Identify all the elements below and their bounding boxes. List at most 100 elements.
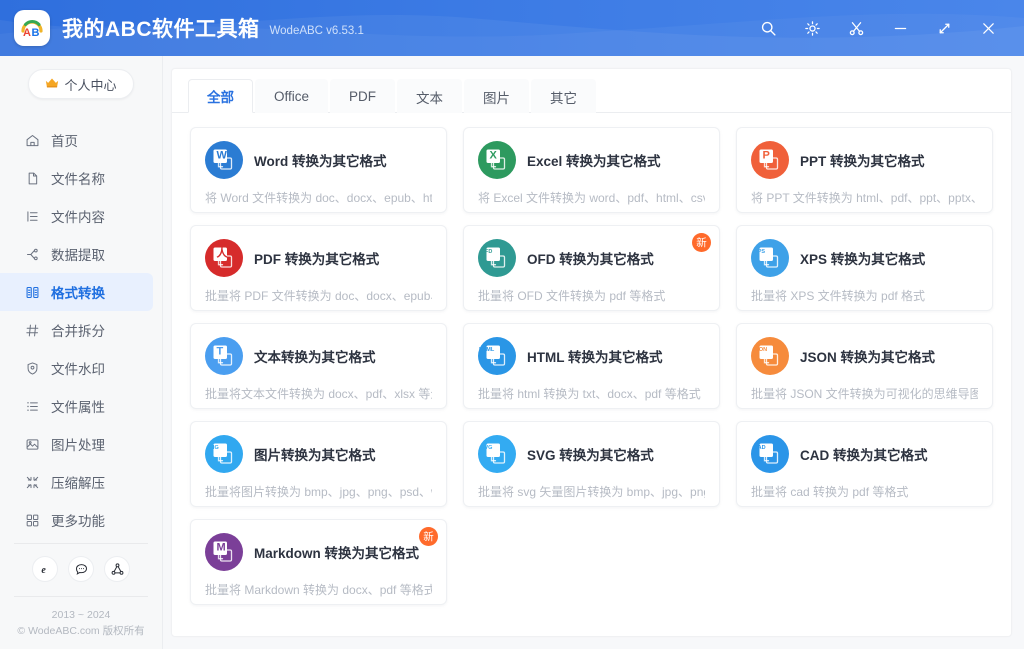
tool-card[interactable]: XPS XPS 转换为其它格式 批量将 XPS 文件转换为 pdf 格式 [736, 225, 993, 311]
sidebar-item-format-convert[interactable]: 格式转换 [0, 273, 153, 311]
maximize-button[interactable] [922, 8, 966, 48]
svg-text:X: X [490, 150, 498, 162]
tool-card-desc: 批量将 XPS 文件转换为 pdf 格式 [751, 289, 926, 303]
tool-icon: CAD [751, 435, 789, 473]
sidebar-item-watermark[interactable]: 文件水印 [0, 349, 153, 387]
sidebar-item-file-content[interactable]: 文件内容 [0, 197, 153, 235]
sidebar-divider-copyright [14, 596, 148, 597]
tool-icon-glyph: M [205, 533, 243, 571]
tool-card-desc: 批量将图片转换为 bmp、jpg、png、psd、webp、 [205, 485, 432, 499]
feedback-button[interactable] [68, 556, 94, 582]
file-props-icon [24, 398, 40, 414]
svg-text:人: 人 [217, 246, 229, 260]
tool-card[interactable]: SVG SVG 转换为其它格式 批量将 svg 矢量图片转换为 bmp、jpg、… [463, 421, 720, 507]
browser-link-button[interactable]: e [32, 556, 58, 582]
tool-card[interactable]: T 文本转换为其它格式 批量将文本文件转换为 docx、pdf、xlsx 等众多… [190, 323, 447, 409]
sidebar-nav: 首页 文件名称 文件内容 数据提取 格式转换 合并拆分 文件水印 文件属性 图片… [0, 111, 162, 539]
tool-icon: IMG [205, 435, 243, 473]
svg-text:W: W [217, 150, 228, 162]
sidebar-item-merge-split[interactable]: 合并拆分 [0, 311, 153, 349]
sidebar-item-label: 文件内容 [51, 210, 105, 225]
sidebar-item-file-name[interactable]: 文件名称 [0, 159, 153, 197]
svg-text:HTML: HTML [479, 347, 495, 353]
sidebar-item-label: 图片处理 [51, 438, 105, 453]
tool-card[interactable]: W Word 转换为其它格式 将 Word 文件转换为 doc、docx、epu… [190, 127, 447, 213]
file-name-icon [24, 170, 40, 186]
crown-icon [45, 77, 59, 91]
sidebar-item-more-features[interactable]: 更多功能 [0, 501, 153, 539]
tool-card-title: HTML 转换为其它格式 [527, 350, 663, 365]
tab-all[interactable]: 全部 [188, 79, 253, 113]
tool-icon-glyph: IMG [205, 435, 243, 473]
svg-text:IMG: IMG [208, 445, 218, 451]
sidebar-item-label: 格式转换 [51, 286, 105, 301]
svg-text:SVG: SVG [481, 445, 493, 451]
tab-label: 其它 [550, 90, 578, 106]
tab-other[interactable]: 其它 [531, 79, 597, 113]
sidebar-item-image-process[interactable]: 图片处理 [0, 425, 153, 463]
sidebar-item-file-props[interactable]: 文件属性 [0, 387, 153, 425]
tool-card-title: XPS 转换为其它格式 [800, 252, 926, 267]
tool-card[interactable]: 人 PDF 转换为其它格式 批量将 PDF 文件转换为 doc、docx、epu… [190, 225, 447, 311]
tab-label: 文本 [416, 90, 444, 106]
tool-card-header: OFD OFD 转换为其它格式 [478, 239, 705, 277]
tool-card-desc: 批量将 Markdown 转换为 docx、pdf 等格式 [205, 583, 432, 597]
tool-card-header: M Markdown 转换为其它格式 [205, 533, 432, 571]
tool-card-header: T 文本转换为其它格式 [205, 337, 432, 375]
browser-icon: e [41, 565, 46, 576]
content-panel: 全部 Office PDF 文本 图片 其它 W Word 转换为其它格式 将 … [171, 68, 1012, 637]
tool-card-title: PPT 转换为其它格式 [800, 154, 925, 169]
tool-card[interactable]: HTML HTML 转换为其它格式 批量将 html 转换为 txt、docx、… [463, 323, 720, 409]
tool-icon-glyph: CAD [751, 435, 789, 473]
tool-icon-glyph: HTML [478, 337, 516, 375]
new-badge: 新 [419, 527, 438, 546]
tool-card[interactable]: IMG 图片转换为其它格式 批量将图片转换为 bmp、jpg、png、psd、w… [190, 421, 447, 507]
svg-text:T: T [217, 346, 224, 358]
minimize-button[interactable] [878, 8, 922, 48]
tool-card-header: HTML HTML 转换为其它格式 [478, 337, 705, 375]
tool-card[interactable]: JSON JSON 转换为其它格式 批量将 JSON 文件转换为可视化的思维导图… [736, 323, 993, 409]
copyright-owner: © WodeABC.com 版权所有 [17, 625, 145, 637]
tab-office[interactable]: Office [255, 79, 329, 113]
svg-text:B: B [32, 27, 40, 39]
tab-label: 全部 [207, 90, 234, 105]
close-button[interactable] [966, 8, 1010, 48]
screenshot-button[interactable] [834, 8, 878, 48]
tool-card[interactable]: CAD CAD 转换为其它格式 批量将 cad 转换为 pdf 等格式 [736, 421, 993, 507]
tool-card[interactable]: 新 OFD OFD 转换为其它格式 批量将 OFD 文件转换为 pdf 等格式 [463, 225, 720, 311]
personal-center-button[interactable]: 个人中心 [28, 69, 134, 99]
sidebar-item-label: 压缩解压 [51, 476, 105, 491]
tool-card-title: OFD 转换为其它格式 [527, 252, 654, 267]
tool-card-desc: 批量将文本文件转换为 docx、pdf、xlsx 等众多格式 [205, 387, 432, 401]
share-button[interactable] [104, 556, 130, 582]
chat-icon [75, 563, 87, 575]
tool-card-title: Markdown 转换为其它格式 [254, 546, 420, 561]
tool-card-desc: 将 PPT 文件转换为 html、pdf、ppt、pptx、xps 等; [751, 191, 978, 205]
tool-card-title: 文本转换为其它格式 [254, 350, 376, 365]
tab-label: PDF [349, 89, 377, 104]
sidebar-item-label: 更多功能 [51, 514, 105, 529]
tab-image[interactable]: 图片 [464, 79, 530, 113]
sidebar-item-data-extract[interactable]: 数据提取 [0, 235, 153, 273]
tool-icon-glyph: W [205, 141, 243, 179]
sidebar-item-compress[interactable]: 压缩解压 [0, 463, 153, 501]
tab-text[interactable]: 文本 [397, 79, 463, 113]
sidebar-item-home[interactable]: 首页 [0, 121, 153, 159]
app-logo-icon: A B [21, 20, 43, 39]
tool-card[interactable]: 新 M Markdown 转换为其它格式 批量将 Markdown 转换为 do… [190, 519, 447, 605]
tool-card-header: SVG SVG 转换为其它格式 [478, 435, 705, 473]
tab-pdf[interactable]: PDF [330, 79, 396, 113]
tool-icon: X [478, 141, 516, 179]
app-version: WodeABC v6.53.1 [269, 25, 364, 37]
title-bar-controls [746, 8, 1024, 48]
tool-card[interactable]: P PPT 转换为其它格式 将 PPT 文件转换为 html、pdf、ppt、p… [736, 127, 993, 213]
tool-card-title: Excel 转换为其它格式 [527, 154, 661, 169]
tool-card[interactable]: X Excel 转换为其它格式 将 Excel 文件转换为 word、pdf、h… [463, 127, 720, 213]
tool-card-header: X Excel 转换为其它格式 [478, 141, 705, 179]
svg-text:CAD: CAD [754, 445, 766, 451]
settings-button[interactable] [790, 8, 834, 48]
search-button[interactable] [746, 8, 790, 48]
tool-card-title: SVG 转换为其它格式 [527, 448, 654, 463]
main-content: 全部 Office PDF 文本 图片 其它 W Word 转换为其它格式 将 … [163, 56, 1024, 649]
tab-label: 图片 [483, 90, 511, 106]
